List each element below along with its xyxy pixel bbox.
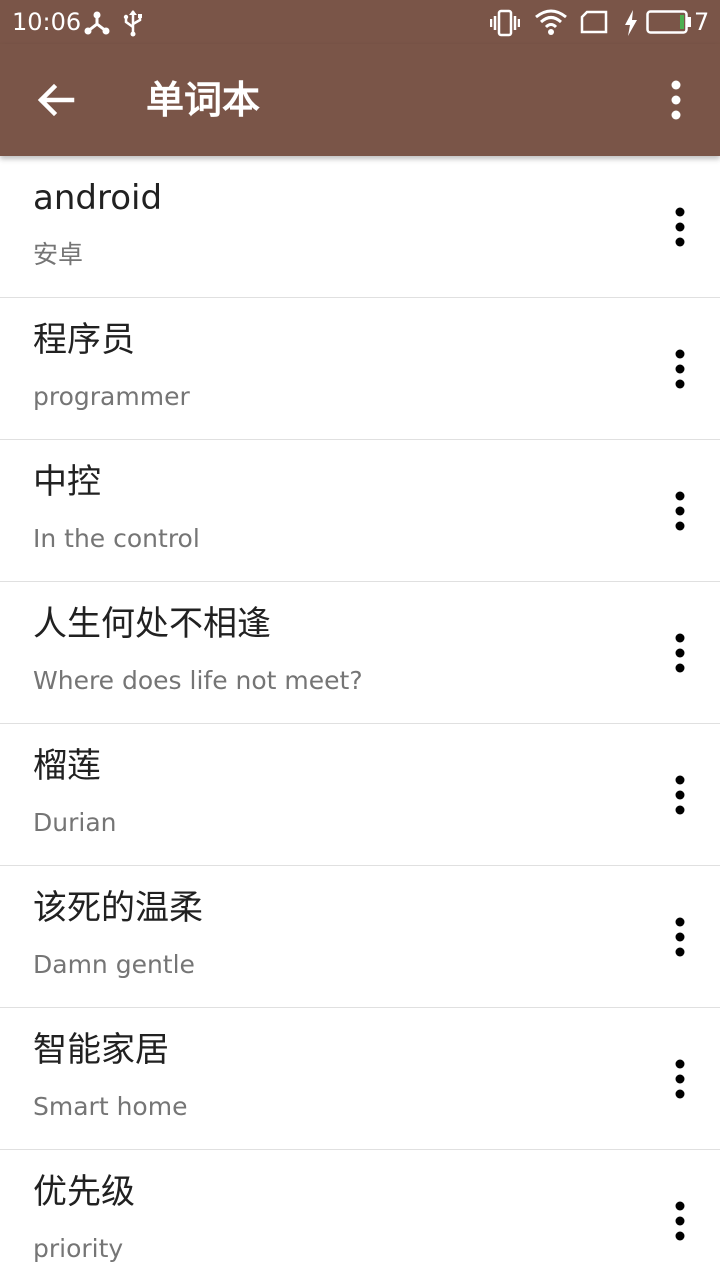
status-bar: 10:06 7 — [0, 0, 720, 44]
word-list: android 安卓程序员 programmer 中控 In the control 人生… — [0, 156, 720, 1280]
meaning-text: Damn gentle — [33, 950, 195, 979]
page-title: 单词本 — [146, 78, 261, 122]
meaning-text: In the control — [33, 524, 200, 553]
word-text: 优先级 — [33, 1172, 135, 1212]
status-time: 10:06 — [12, 8, 82, 36]
list-item[interactable]: 程序员 programmer — [0, 298, 720, 440]
word-text: 该死的温柔 — [33, 888, 203, 928]
more-vert-icon[interactable] — [660, 770, 700, 820]
list-item[interactable]: 中控 In the control — [0, 440, 720, 582]
word-text: 人生何处不相逢 — [33, 604, 271, 644]
charging-icon — [625, 10, 637, 36]
list-item[interactable]: 优先级 priority — [0, 1150, 720, 1280]
word-text: 中控 — [33, 462, 101, 502]
word-text: android — [33, 178, 163, 218]
meaning-text: Where does life not meet? — [33, 666, 363, 695]
more-vert-icon[interactable] — [660, 912, 700, 962]
usb-icon — [123, 10, 142, 37]
more-vert-icon[interactable] — [660, 628, 700, 678]
vibrate-icon — [490, 9, 520, 37]
sim-icon — [580, 10, 608, 34]
list-item[interactable]: 该死的温柔 Damn gentle — [0, 866, 720, 1008]
meaning-text: 安卓 — [33, 240, 84, 269]
meaning-text: priority — [33, 1234, 124, 1263]
word-text: 智能家居 — [33, 1030, 169, 1070]
app-bar: 单词本 — [0, 44, 720, 156]
more-vert-icon[interactable] — [660, 486, 700, 536]
battery-level: 7 — [694, 8, 710, 36]
list-item[interactable]: 智能家居 Smart home — [0, 1008, 720, 1150]
word-text: 程序员 — [33, 320, 135, 360]
battery-icon — [646, 10, 691, 34]
meaning-text: Smart home — [33, 1092, 188, 1121]
more-vert-icon[interactable] — [656, 74, 696, 126]
list-item[interactable]: android 安卓 — [0, 156, 720, 298]
meaning-text: programmer — [33, 382, 190, 411]
usb-tether-icon — [84, 11, 110, 35]
list-item[interactable]: 榴莲 Durian — [0, 724, 720, 866]
more-vert-icon[interactable] — [660, 344, 700, 394]
word-text: 榴莲 — [33, 746, 101, 786]
arrow-back-icon[interactable] — [24, 68, 88, 132]
more-vert-icon[interactable] — [660, 202, 700, 252]
wifi-icon — [535, 9, 567, 35]
list-item[interactable]: 人生何处不相逢 Where does life not meet? — [0, 582, 720, 724]
meaning-text: Durian — [33, 808, 117, 837]
more-vert-icon[interactable] — [660, 1054, 700, 1104]
more-vert-icon[interactable] — [660, 1196, 700, 1246]
